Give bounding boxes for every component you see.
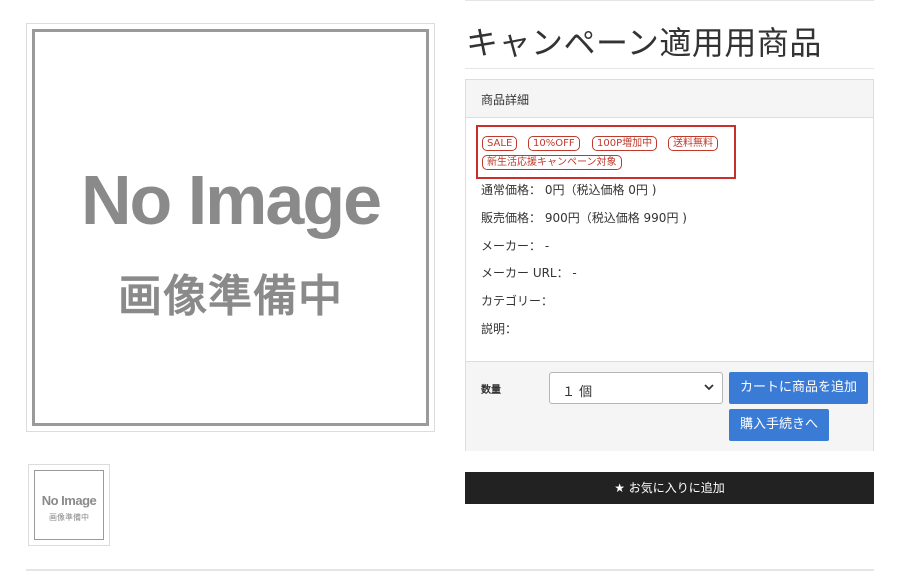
- product-main-image: No Image 画像準備中: [26, 23, 435, 432]
- description: 説明：: [481, 322, 518, 336]
- product-detail-panel: 商品詳細 SALE 10%OFF 100P増加中 送料無料 新生活応援キャンペー…: [465, 79, 874, 451]
- regular-price: 通常価格： 0円（税込価格 0円 ): [481, 183, 657, 197]
- tag-new-life-campaign: 新生活応援キャンペーン対象: [482, 155, 622, 170]
- tag-100p-increase: 100P増加中: [592, 136, 658, 151]
- sale-price: 販売価格： 900円（税込価格 990円 ): [481, 211, 687, 225]
- image-preparing-text: 画像準備中: [118, 271, 343, 322]
- panel-heading: 商品詳細: [481, 93, 530, 107]
- product-thumbnail[interactable]: No Image 画像準備中: [28, 464, 110, 546]
- quantity-select[interactable]: １ 個: [549, 372, 723, 404]
- campaign-tags-highlight: SALE 10%OFF 100P増加中 送料無料 新生活応援キャンペーン対象: [476, 125, 736, 179]
- quantity-value: １ 個: [562, 385, 593, 400]
- checkout-button[interactable]: 購入手続きへ: [729, 409, 829, 441]
- thumbnail-frame: No Image 画像準備中: [34, 470, 104, 540]
- add-to-cart-button[interactable]: カートに商品を追加: [729, 372, 868, 404]
- maker-url: メーカー URL： -: [481, 266, 577, 280]
- tag-sale: SALE: [482, 136, 518, 151]
- thumbnail-no-image-text: No Image: [41, 493, 97, 508]
- maker: メーカー： -: [481, 239, 550, 253]
- add-to-favorites-button[interactable]: ★ お気に入りに追加: [465, 472, 874, 504]
- purchase-area: 数量 １ 個 カートに商品を追加 購入手続きへ: [466, 361, 873, 451]
- no-image-text: No Image: [80, 161, 382, 239]
- top-divider: [465, 0, 874, 1]
- title-divider: [465, 68, 874, 69]
- tag-free-shipping: 送料無料: [668, 136, 718, 151]
- thumbnail-preparing-text: 画像準備中: [49, 513, 89, 522]
- tag-10-off: 10%OFF: [528, 136, 580, 151]
- chevron-down-icon: [704, 384, 714, 391]
- quantity-label: 数量: [481, 385, 501, 396]
- no-image-placeholder: No Image 画像準備中: [32, 29, 429, 426]
- category: カテゴリー：: [481, 294, 554, 308]
- favorite-label: ★ お気に入りに追加: [614, 481, 725, 495]
- panel-header: 商品詳細: [466, 80, 873, 118]
- page-title: キャンペーン適用用商品: [466, 24, 822, 62]
